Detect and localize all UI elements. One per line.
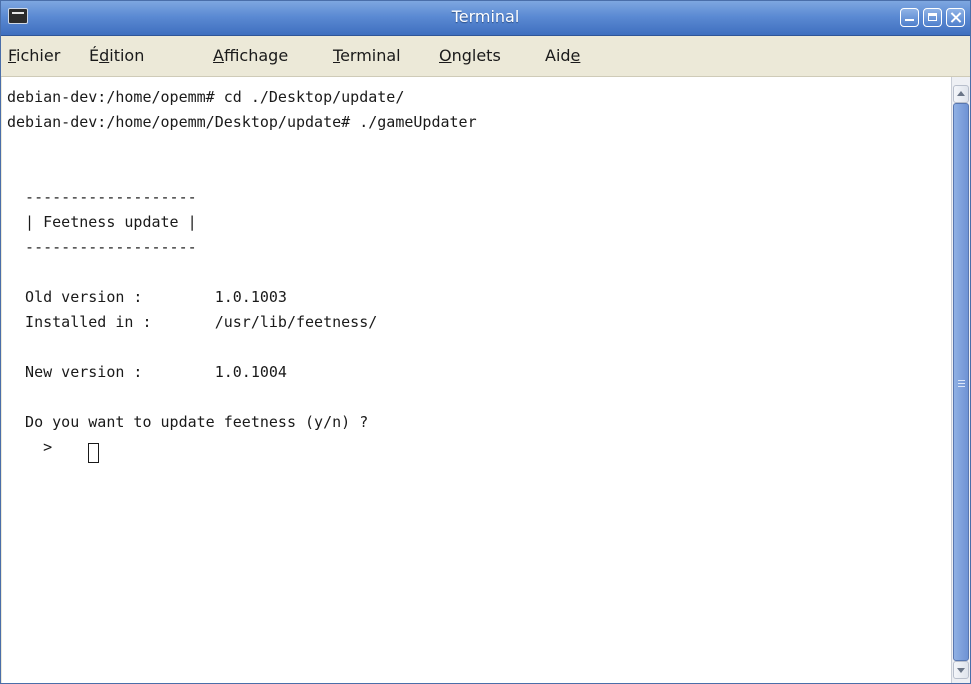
- close-button[interactable]: [946, 8, 965, 27]
- menu-edition[interactable]: Édition: [89, 46, 144, 65]
- terminal-prompt: >: [7, 438, 53, 456]
- terminal-line: debian-dev:/home/opemm/Desktop/update# .…: [7, 113, 477, 131]
- window-title: Terminal: [451, 7, 520, 26]
- scroll-up-button[interactable]: [953, 85, 969, 103]
- scroll-thumb[interactable]: [953, 103, 969, 661]
- terminal-line: | Feetness update |: [7, 213, 197, 231]
- menu-bar: Fichier Édition Affichage Terminal Ongle…: [1, 36, 970, 77]
- menu-affichage[interactable]: Affichage: [213, 46, 288, 65]
- menu-terminal[interactable]: Terminal: [333, 46, 401, 65]
- title-bar[interactable]: Terminal: [1, 1, 970, 36]
- terminal-line: Do you want to update feetness (y/n) ?: [7, 413, 369, 431]
- terminal-line: -------------------: [7, 238, 197, 256]
- grip-icon: [958, 380, 965, 381]
- terminal-line: Installed in : /usr/lib/feetness/: [7, 313, 378, 331]
- terminal-line: New version : 1.0.1004: [7, 363, 287, 381]
- terminal-window: Terminal Fichier Édition Affichage Termi…: [0, 0, 971, 684]
- maximize-button[interactable]: [923, 8, 942, 27]
- menu-onglets[interactable]: Onglets: [439, 46, 501, 65]
- scroll-down-button[interactable]: [953, 661, 969, 679]
- terminal-output[interactable]: debian-dev:/home/opemm# cd ./Desktop/upd…: [2, 77, 951, 683]
- text-cursor: [88, 443, 99, 463]
- terminal-line: Old version : 1.0.1003: [7, 288, 287, 306]
- terminal-line: -------------------: [7, 188, 197, 206]
- vertical-scrollbar[interactable]: [951, 77, 970, 683]
- terminal-line: debian-dev:/home/opemm# cd ./Desktop/upd…: [7, 88, 405, 106]
- menu-aide[interactable]: Aide: [545, 46, 580, 65]
- minimize-button[interactable]: [900, 8, 919, 27]
- menu-fichier[interactable]: Fichier: [8, 46, 60, 65]
